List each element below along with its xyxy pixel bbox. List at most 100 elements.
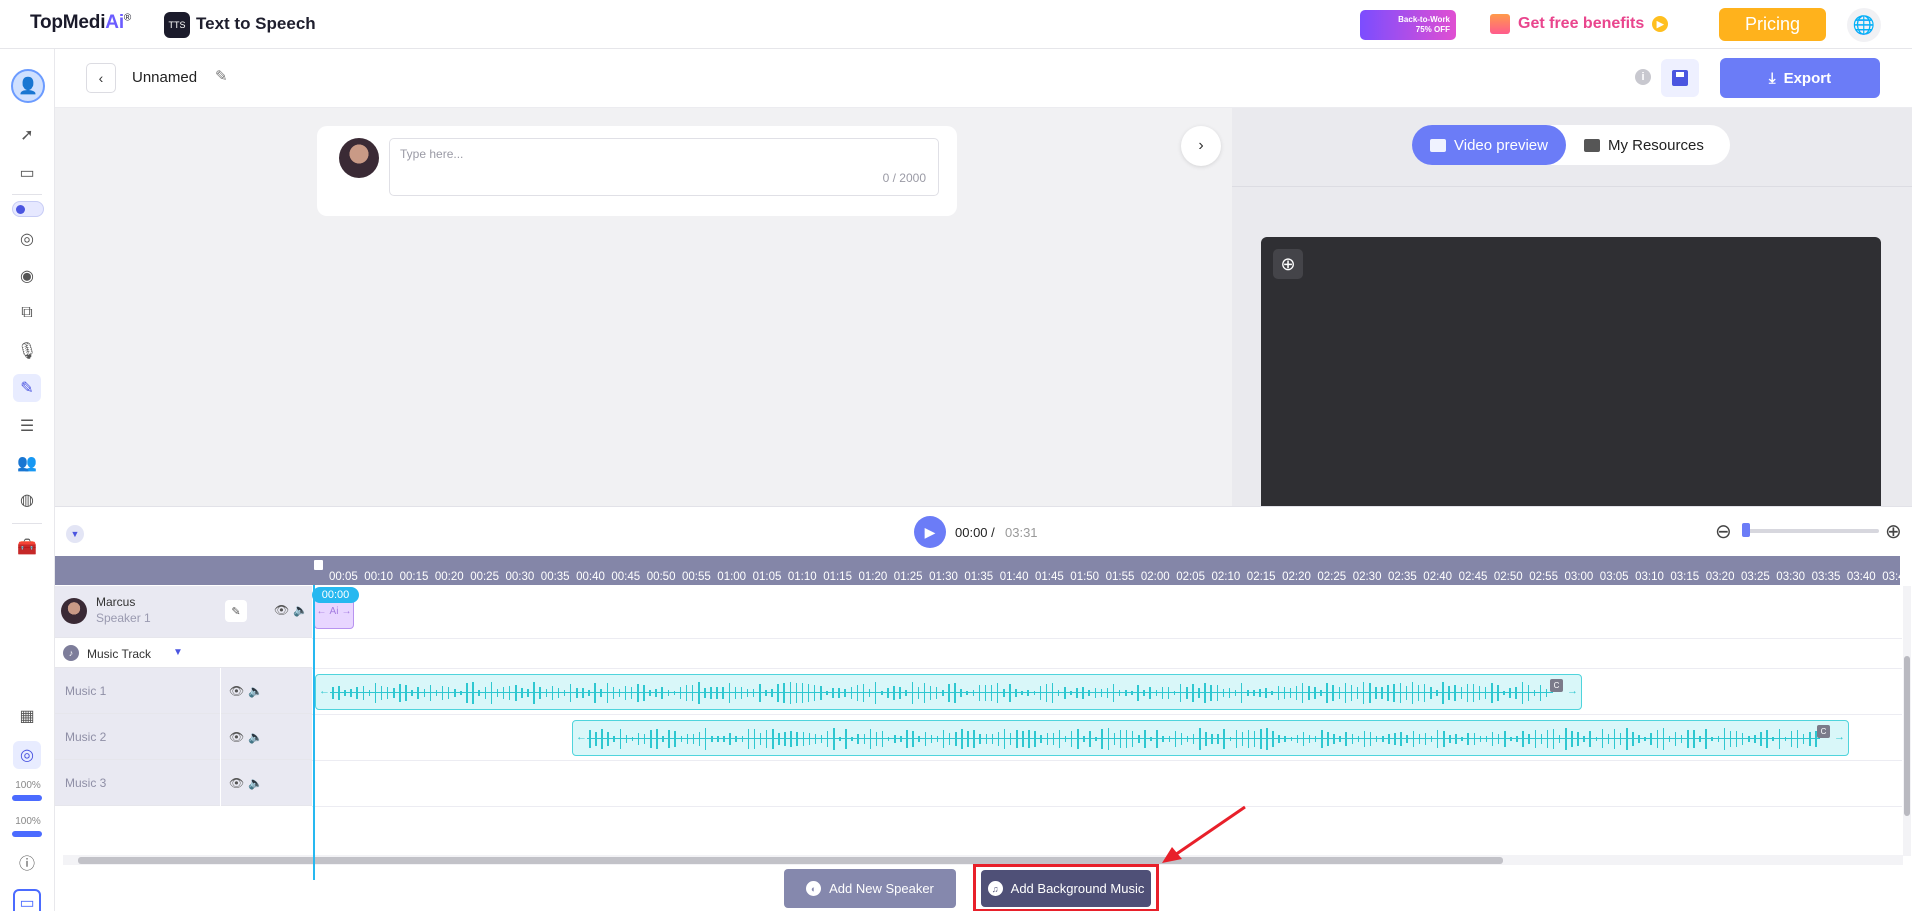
- back-button[interactable]: ‹: [86, 63, 116, 93]
- arrow-left-icon[interactable]: ←: [576, 731, 587, 743]
- voice-badge-icon[interactable]: ◎: [13, 741, 41, 769]
- waveform-bar: [1760, 732, 1762, 746]
- waveform-bar: [1515, 686, 1517, 700]
- music-clip[interactable]: ← C →: [572, 720, 1849, 756]
- world-icon[interactable]: ◍: [13, 486, 41, 514]
- ruler-tick: 01:45: [1035, 571, 1064, 583]
- timeline: ▼ ▶ 00:00 / 03:31 ⊖ ⊕ 00:05 00:10 00:15 00:…: [55, 506, 1912, 911]
- chevron-down-icon[interactable]: ▼: [173, 647, 183, 658]
- info-icon[interactable]: i: [1635, 69, 1651, 85]
- folder-icon[interactable]: ▭: [13, 159, 41, 187]
- waveform-bar: [912, 731, 914, 747]
- mode-toggle[interactable]: [12, 201, 44, 217]
- add-background-music-button[interactable]: ♫ Add Background Music: [981, 870, 1151, 907]
- user-avatar[interactable]: 👤: [11, 69, 45, 103]
- chevron-right-icon[interactable]: ›: [1181, 126, 1221, 166]
- zoom-in-icon[interactable]: ⊕: [1885, 519, 1902, 544]
- loop-icon[interactable]: C: [1817, 725, 1830, 738]
- scroll-thumb[interactable]: [1904, 656, 1910, 816]
- text-to-speech-icon[interactable]: ✎: [13, 374, 41, 402]
- waveform-bar: [1321, 730, 1323, 748]
- waveform-bar: [1516, 735, 1518, 743]
- music-clip[interactable]: ← C →: [315, 674, 1582, 710]
- script-text-input[interactable]: Type here... 0 / 2000: [389, 138, 939, 196]
- loop-icon[interactable]: C: [1550, 679, 1563, 692]
- zoom-out-icon[interactable]: ⊖: [1715, 519, 1732, 544]
- waveform-bar: [1314, 736, 1317, 742]
- waveform-bar: [723, 736, 725, 742]
- eye-icon[interactable]: 👁: [229, 684, 244, 698]
- waveform-bar: [338, 685, 340, 701]
- arrow-right-icon[interactable]: →: [1834, 731, 1845, 743]
- edit-speaker-icon[interactable]: ✎: [225, 600, 247, 622]
- voice-clone-icon[interactable]: ◎: [13, 225, 41, 253]
- waveform-bar: [1802, 733, 1805, 745]
- zoom-slider-thumb[interactable]: [1742, 523, 1750, 537]
- ruler-pin[interactable]: [314, 560, 323, 570]
- globe-icon[interactable]: 🌐: [1847, 8, 1881, 42]
- waveform-bar: [1009, 732, 1012, 746]
- zoom-slider[interactable]: [1743, 529, 1879, 533]
- volume-icon[interactable]: 🔈: [248, 684, 263, 698]
- collapse-timeline-button[interactable]: ▼: [66, 525, 84, 543]
- apps-grid-icon[interactable]: ▦: [13, 702, 41, 730]
- rocket-icon[interactable]: ➚: [13, 121, 41, 149]
- vertical-scrollbar[interactable]: [1903, 586, 1911, 856]
- play-button[interactable]: ▶: [914, 516, 946, 548]
- script-card: Type here... 0 / 2000: [317, 126, 957, 216]
- music-track-title: Music Track: [87, 647, 152, 661]
- eye-icon[interactable]: 👁: [229, 730, 244, 744]
- pricing-button[interactable]: Pricing: [1719, 8, 1826, 41]
- toolbox-icon[interactable]: 🧰: [13, 533, 41, 561]
- ruler-tick: 02:40: [1423, 571, 1453, 583]
- audio-wave-icon[interactable]: ◉: [13, 262, 41, 290]
- waveform-bar: [936, 735, 939, 743]
- add-new-speaker-button[interactable]: ◐ Add New Speaker: [784, 869, 956, 908]
- lane-divider: [312, 806, 1902, 807]
- waveform-bar: [606, 683, 608, 703]
- waveform-bar: [386, 687, 389, 699]
- waveform-bar: [881, 731, 884, 747]
- users-icon[interactable]: 👥: [13, 449, 41, 477]
- waveform-bar: [595, 731, 597, 747]
- waveform-bar: [1161, 686, 1164, 700]
- volume-icon[interactable]: 🔈: [293, 603, 308, 617]
- speaker-avatar[interactable]: [61, 598, 87, 624]
- waveform-bar: [772, 728, 774, 750]
- waveform-bar: [1571, 730, 1573, 748]
- rename-pencil-icon[interactable]: ✎: [215, 67, 228, 85]
- eye-icon[interactable]: 👁: [229, 776, 244, 790]
- arrow-right-icon[interactable]: →: [1567, 685, 1578, 697]
- info-icon[interactable]: ⓘ: [13, 848, 41, 876]
- waveform-bar: [778, 733, 780, 745]
- waveform-bar: [1228, 687, 1231, 699]
- tab-video-preview[interactable]: Video preview: [1412, 125, 1566, 165]
- waveform-bar: [1552, 729, 1555, 749]
- waveform-bar: [405, 685, 407, 701]
- copy-icon[interactable]: ⧉: [13, 299, 41, 327]
- volume-icon[interactable]: 🔈: [248, 730, 263, 744]
- card-icon[interactable]: ▭: [13, 889, 41, 911]
- brand-logo[interactable]: TopMediAi®: [30, 12, 131, 34]
- save-button[interactable]: [1661, 59, 1699, 97]
- time-ruler[interactable]: 00:05 00:10 00:15 00:20 00:25 00:30 00:35 00:40…: [55, 556, 1905, 585]
- export-button[interactable]: ⤓ Export: [1720, 58, 1880, 98]
- waveform-bar: [1295, 686, 1298, 700]
- waveform-bar: [930, 734, 933, 744]
- zoom-in-icon[interactable]: ⊕: [1273, 249, 1303, 279]
- playhead[interactable]: [313, 585, 315, 880]
- scroll-thumb[interactable]: [78, 857, 1503, 864]
- document-icon[interactable]: ☰: [13, 412, 41, 440]
- speaker-avatar[interactable]: [339, 138, 379, 178]
- microphone-icon[interactable]: 🎙: [13, 337, 41, 365]
- arrow-left-icon[interactable]: ←: [319, 685, 330, 697]
- free-benefits-link[interactable]: Get free benefits ▶: [1490, 14, 1669, 34]
- eye-icon[interactable]: 👁: [274, 603, 289, 617]
- waveform-bar: [502, 687, 505, 699]
- waveform-bar: [1491, 732, 1494, 746]
- promo-banner[interactable]: Back-to-Work 75% OFF: [1360, 10, 1456, 40]
- volume-icon[interactable]: 🔈: [248, 776, 263, 790]
- tab-my-resources[interactable]: My Resources: [1566, 125, 1722, 165]
- waveform-bar: [661, 686, 663, 700]
- waveform-bar: [460, 690, 462, 696]
